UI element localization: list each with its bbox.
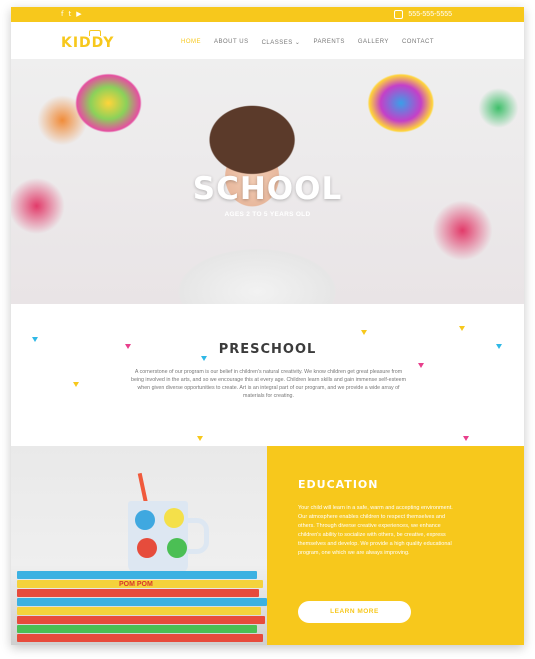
confetti-triangle (197, 436, 203, 441)
face-icon (135, 510, 155, 530)
education-title: EDUCATION (298, 478, 379, 491)
nav-item-about-us[interactable]: ABOUT US (214, 39, 249, 46)
social-links: f t ▶ (61, 10, 82, 18)
confetti-triangle (459, 326, 465, 331)
facebook-icon[interactable]: f (61, 10, 63, 18)
nav-item-gallery[interactable]: GALLERY (358, 39, 389, 46)
twitter-icon[interactable]: t (68, 10, 71, 18)
phone-number: 555-555-5555 (408, 11, 452, 18)
main-nav: KIDDY HOME ABOUT US CLASSES ⌄ PARENTS GA… (11, 22, 524, 59)
book-label: POM POM (119, 581, 153, 588)
top-bar: f t ▶ 555-555-5555 (11, 7, 524, 22)
logo[interactable]: KIDDY (61, 30, 115, 51)
browser-page: f t ▶ 555-555-5555 KIDDY HOME ABOUT US C… (11, 7, 524, 645)
logo-text: KIDDY (61, 35, 115, 51)
education-panel: EDUCATION Your child will learn in a saf… (267, 446, 524, 645)
nav-item-parents[interactable]: PARENTS (313, 39, 344, 46)
hero-banner: SCHOOL AGES 2 TO 5 YEARS OLD (11, 59, 524, 304)
cup-handle (186, 518, 209, 554)
preschool-text: A cornerstone of our program is our beli… (131, 369, 406, 399)
confetti-triangle (418, 363, 424, 368)
youtube-icon[interactable]: ▶ (76, 10, 81, 18)
hero-title: SCHOOL (192, 171, 343, 207)
face-icon (164, 508, 184, 528)
education-image: POM POM (11, 446, 267, 645)
nav-item-home[interactable]: HOME (181, 39, 201, 46)
preschool-title: PRESCHOOL (218, 342, 317, 357)
face-icon (137, 538, 157, 558)
learn-more-button[interactable]: LEARN MORE (298, 601, 411, 623)
book-stack: POM POM (11, 571, 267, 645)
nav-item-contact[interactable]: CONTACT (402, 39, 434, 46)
confetti-triangle (361, 330, 367, 335)
crown-icon (89, 30, 101, 36)
confetti-triangle (463, 436, 469, 441)
nav-item-classes[interactable]: CLASSES ⌄ (262, 39, 301, 46)
phone-icon (394, 10, 404, 19)
education-text: Your child will learn in a safe, warm an… (298, 505, 453, 556)
hero-subtitle: AGES 2 TO 5 YEARS OLD (224, 211, 311, 218)
nav-menu: HOME ABOUT US CLASSES ⌄ PARENTS GALLERY … (181, 39, 434, 46)
preschool-section: PRESCHOOL A cornerstone of our program i… (11, 304, 524, 446)
face-icon (167, 538, 187, 558)
confetti-triangle (73, 382, 79, 387)
phone-contact[interactable]: 555-555-5555 (394, 10, 452, 19)
